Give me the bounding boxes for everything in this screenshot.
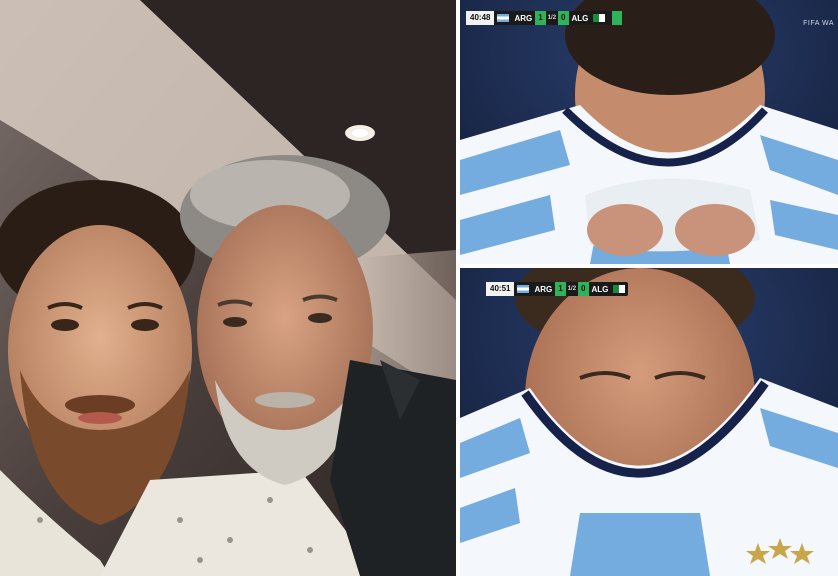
argentina-flag-icon bbox=[517, 285, 530, 293]
match-frame-top: 40:48 ARG 1 1/2 0 ALG FIFA WA bbox=[460, 0, 838, 264]
home-team: ARG bbox=[514, 13, 533, 23]
selfie-photo bbox=[0, 0, 456, 576]
home-score: 1 bbox=[535, 11, 546, 25]
away-score: 0 bbox=[578, 282, 589, 296]
match-clock: 40:51 bbox=[486, 282, 515, 296]
scoreboard-overlay: 40:48 ARG 1 1/2 0 ALG bbox=[466, 11, 623, 25]
algeria-flag-icon bbox=[613, 285, 626, 293]
home-team: ARG bbox=[534, 284, 553, 294]
scoreboard-overlay: 40:51 ARG 1 1/2 0 ALG bbox=[486, 282, 629, 296]
period-indicator: 1/2 bbox=[567, 286, 577, 292]
match-clock: 40:48 bbox=[466, 11, 495, 25]
away-score: 0 bbox=[558, 11, 569, 25]
scoreboard-end-accent bbox=[612, 11, 623, 25]
match-frame-bottom: 40:51 ARG 1 1/2 0 ALG bbox=[460, 268, 838, 576]
argentina-flag-icon bbox=[497, 14, 510, 22]
selfie-illustration bbox=[0, 0, 456, 576]
broadcast-watermark: FIFA WA bbox=[803, 20, 834, 27]
player-looking-down-illustration bbox=[460, 268, 838, 576]
away-team: ALG bbox=[571, 13, 589, 23]
algeria-flag-icon bbox=[593, 14, 606, 22]
player-covering-face-illustration bbox=[460, 0, 838, 264]
away-team: ALG bbox=[591, 284, 609, 294]
home-score: 1 bbox=[555, 282, 566, 296]
period-indicator: 1/2 bbox=[547, 15, 557, 21]
